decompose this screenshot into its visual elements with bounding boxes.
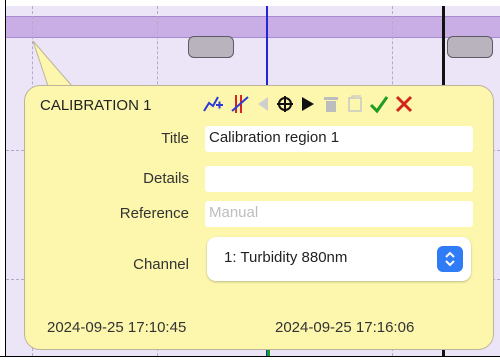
region-drag-handle-right[interactable]: [447, 36, 493, 58]
reference-label: Reference: [119, 205, 189, 222]
popup-header: CALIBRATION 1: [40, 94, 151, 116]
start-timestamp: 2024-09-25 17:10:45: [47, 319, 187, 336]
previous-icon[interactable]: [256, 93, 270, 115]
channel-label: Channel: [133, 256, 189, 273]
copy-icon[interactable]: [346, 93, 364, 115]
calibration-region-header[interactable]: [6, 16, 500, 38]
select-arrows-icon[interactable]: [437, 246, 463, 272]
delete-icon[interactable]: [321, 93, 341, 115]
region-drag-handle-left[interactable]: [188, 36, 234, 58]
close-icon[interactable]: [394, 93, 414, 115]
title-label: Title: [161, 130, 189, 147]
next-icon[interactable]: [300, 93, 316, 115]
locate-icon[interactable]: [275, 93, 295, 115]
details-field[interactable]: [205, 166, 473, 192]
popup-toolbar: [202, 92, 419, 116]
confirm-icon[interactable]: [369, 93, 389, 115]
add-point-icon[interactable]: [202, 93, 224, 115]
reference-field[interactable]: Manual: [205, 201, 473, 227]
frame-left: [0, 0, 6, 362]
calibration-popup: CALIBRATION 1 Title Calibration region 1…: [24, 85, 494, 350]
title-field[interactable]: Calibration region 1: [205, 126, 473, 152]
dialog-title: CALIBRATION 1: [40, 96, 152, 114]
channel-select[interactable]: 1: Turbidity 880nm: [207, 237, 471, 281]
channel-select-value: 1: Turbidity 880nm: [224, 249, 348, 266]
add-marker-icon[interactable]: [229, 93, 251, 115]
frame-top: [0, 0, 500, 5]
end-timestamp: 2024-09-25 17:16:06: [275, 319, 415, 336]
details-label: Details: [143, 170, 189, 187]
